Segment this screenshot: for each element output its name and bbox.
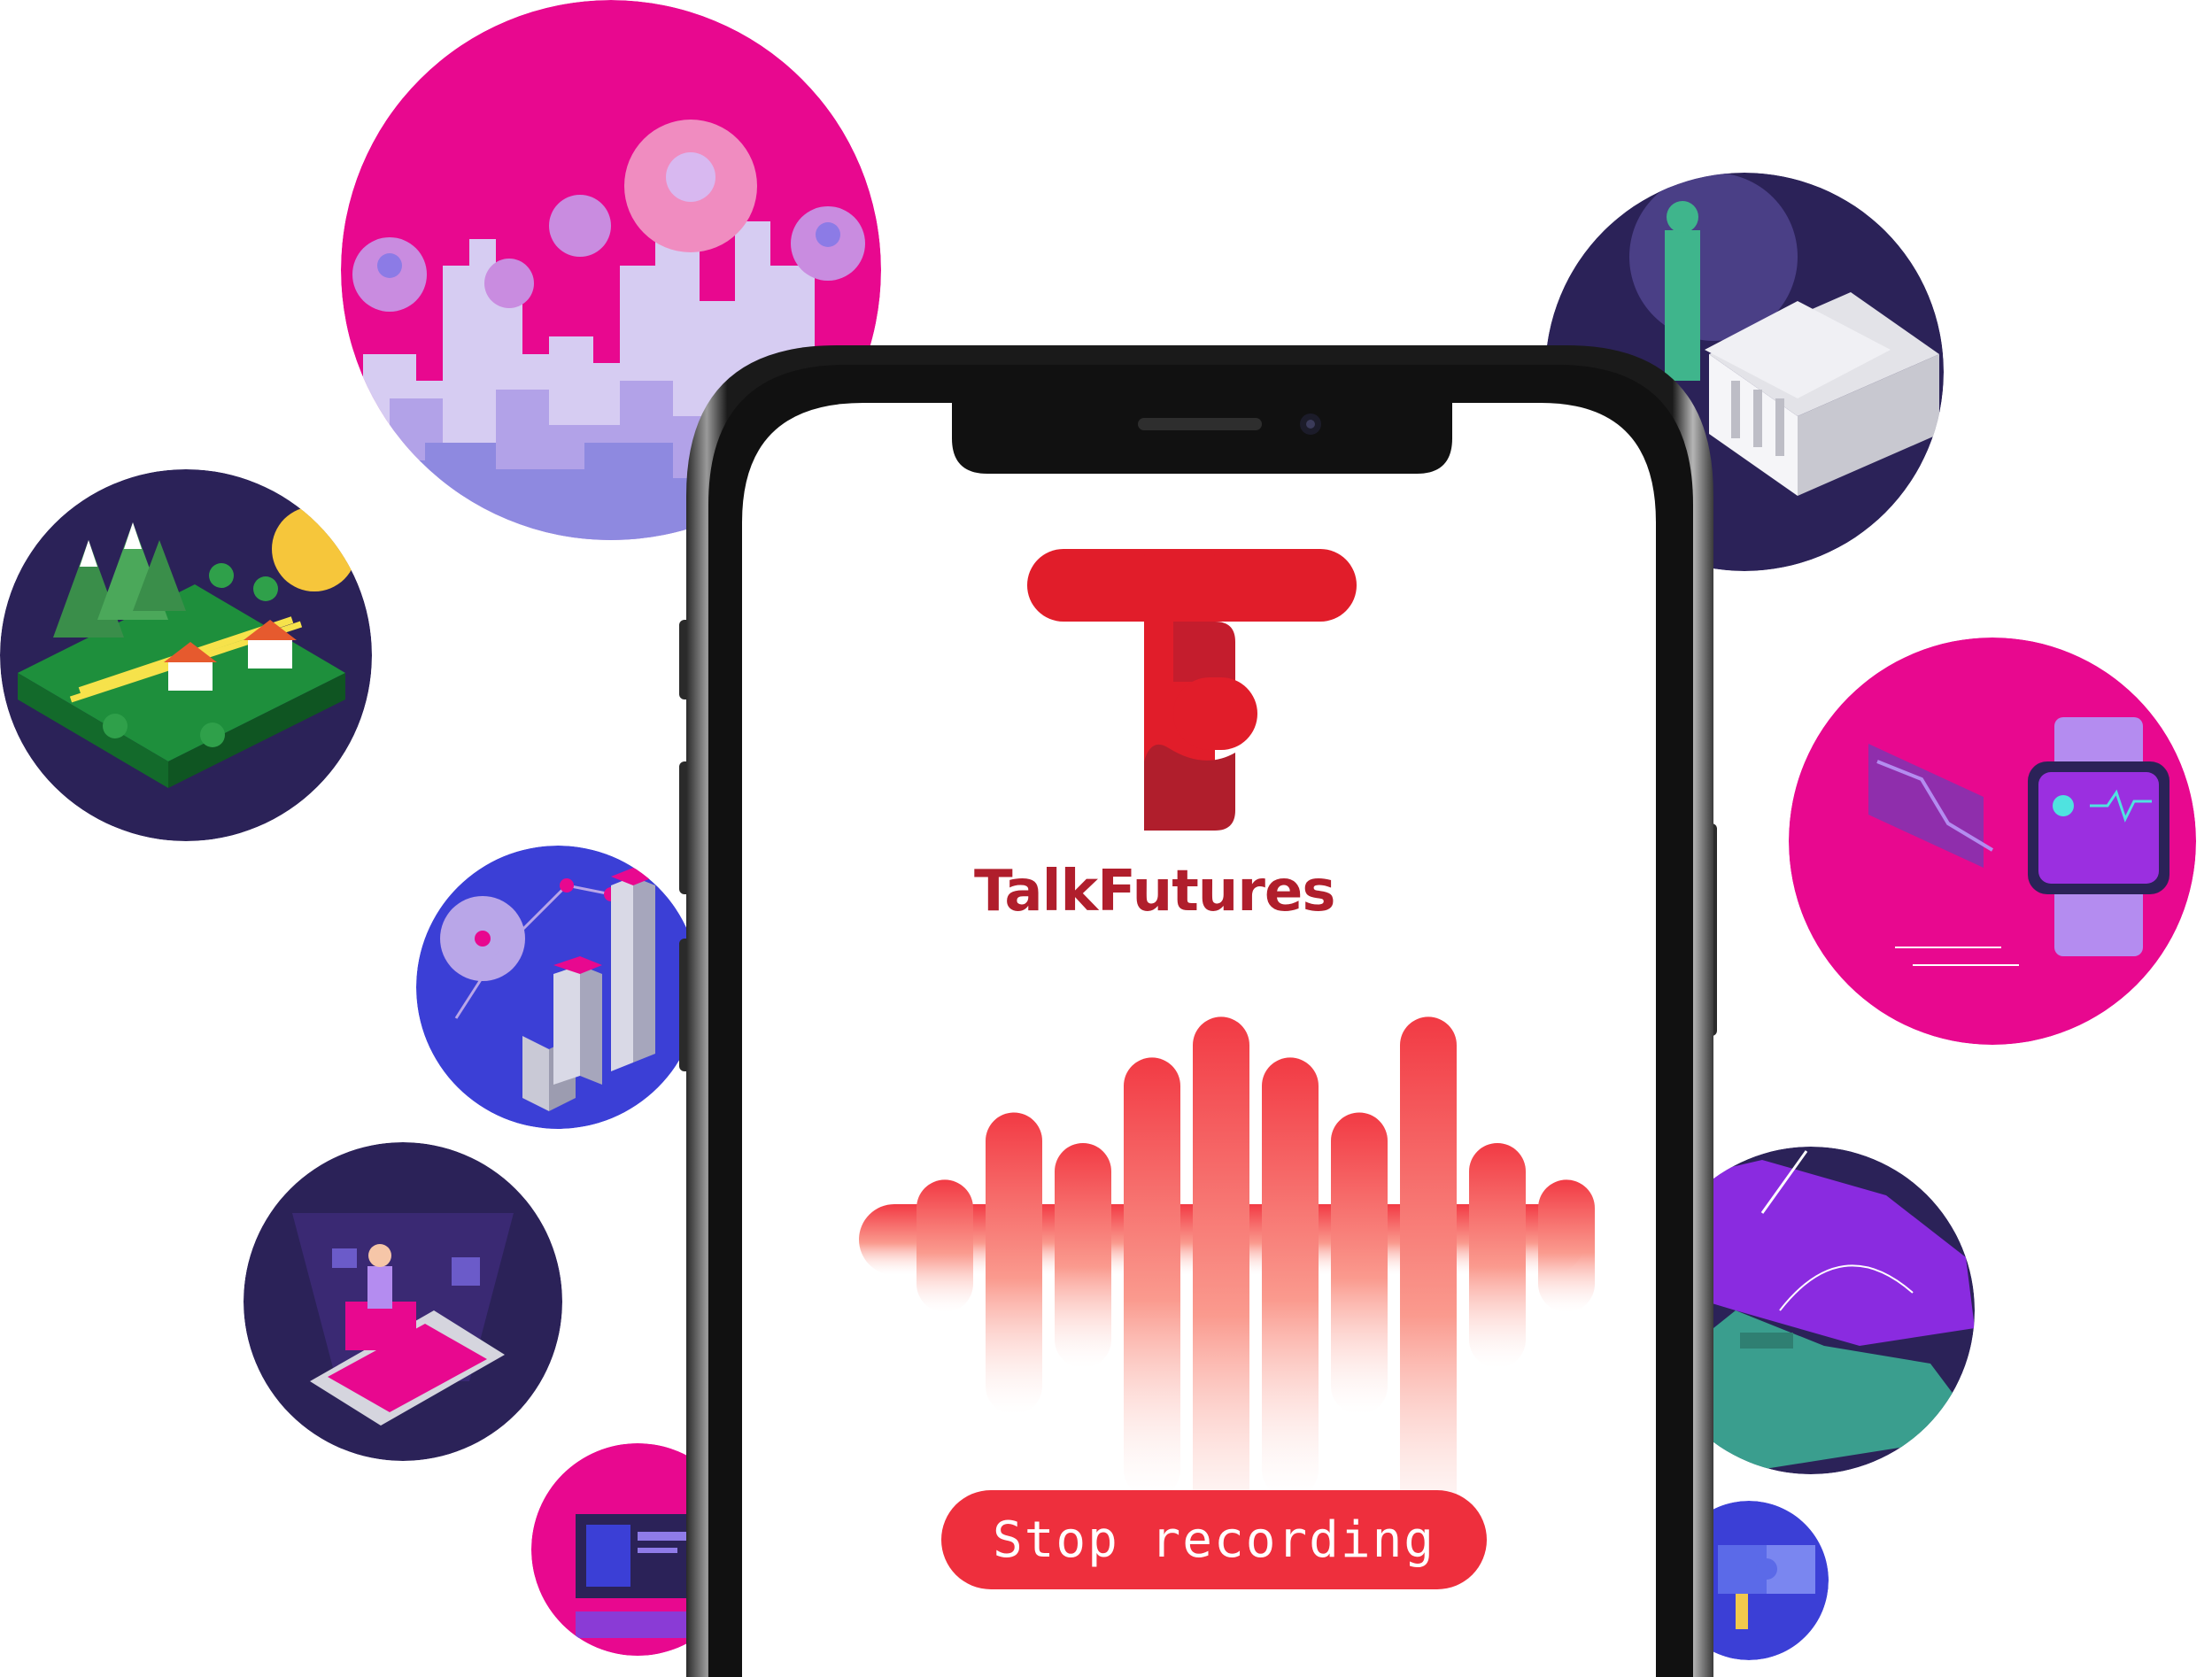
smartwatch-icon [1789, 638, 2196, 1045]
vr-user-icon [244, 1142, 562, 1461]
waveform-bar [1331, 1112, 1388, 1415]
waveform-bar [1055, 1143, 1111, 1368]
waveform-bar [917, 1179, 973, 1312]
waveform-bar [986, 1112, 1042, 1415]
village-icon [0, 469, 372, 841]
stop-recording-button[interactable]: Stop recording [941, 1490, 1487, 1589]
brand-name: TalkFutures [974, 859, 1335, 924]
waveform-bar [1400, 1016, 1457, 1560]
waveform-bar [1262, 1057, 1319, 1498]
bar-graph-icon [416, 846, 700, 1129]
waveform-bar [1124, 1057, 1180, 1498]
waveform-bar [1538, 1179, 1595, 1312]
scene-canvas [0, 0, 2196, 1677]
waveform-bar [1469, 1143, 1526, 1368]
waveform-bar [1193, 1016, 1249, 1560]
phone-notch [952, 403, 1452, 474]
speaker-grille [1138, 418, 1262, 430]
